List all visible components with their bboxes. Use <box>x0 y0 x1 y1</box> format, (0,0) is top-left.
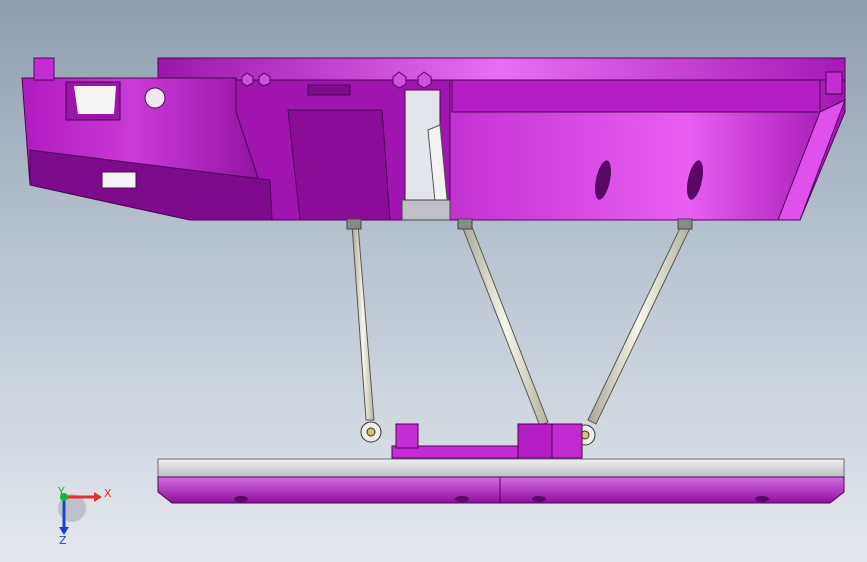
x-axis-label: X <box>104 487 112 500</box>
mount-block-right <box>551 423 583 459</box>
frame-right-inner <box>451 79 821 113</box>
rod-left[interactable] <box>346 218 382 443</box>
linkage-rods[interactable] <box>346 218 693 446</box>
servo-mount <box>401 199 451 221</box>
left-round-hole <box>144 87 166 109</box>
z-axis-label: Z <box>59 534 67 547</box>
plate-hole-1 <box>234 496 248 502</box>
y-axis-label: Y <box>58 485 65 498</box>
x-axis-arrow <box>94 492 102 502</box>
base-plate[interactable] <box>157 458 845 504</box>
left-tab <box>101 171 137 189</box>
right-bracket <box>825 71 843 95</box>
plate-hole-2 <box>455 496 469 502</box>
mount-block-center <box>517 423 553 459</box>
lower-mounts[interactable] <box>391 423 583 459</box>
left-window-opening <box>74 86 116 114</box>
plate-hole-4 <box>755 496 769 502</box>
axis-triad <box>58 492 102 535</box>
top-slot <box>307 84 351 96</box>
plate-hole-3 <box>532 496 546 502</box>
rod-right[interactable] <box>574 218 693 446</box>
plate-base <box>157 476 845 504</box>
plate-top <box>157 458 845 478</box>
mount-block-left <box>395 423 419 449</box>
rod-center[interactable] <box>457 218 554 445</box>
upper-frame[interactable] <box>21 57 846 221</box>
frame-center-face <box>287 109 391 221</box>
model-canvas[interactable] <box>0 0 867 562</box>
left-post <box>33 57 55 81</box>
cad-viewport[interactable]: X Y Z <box>0 0 867 562</box>
